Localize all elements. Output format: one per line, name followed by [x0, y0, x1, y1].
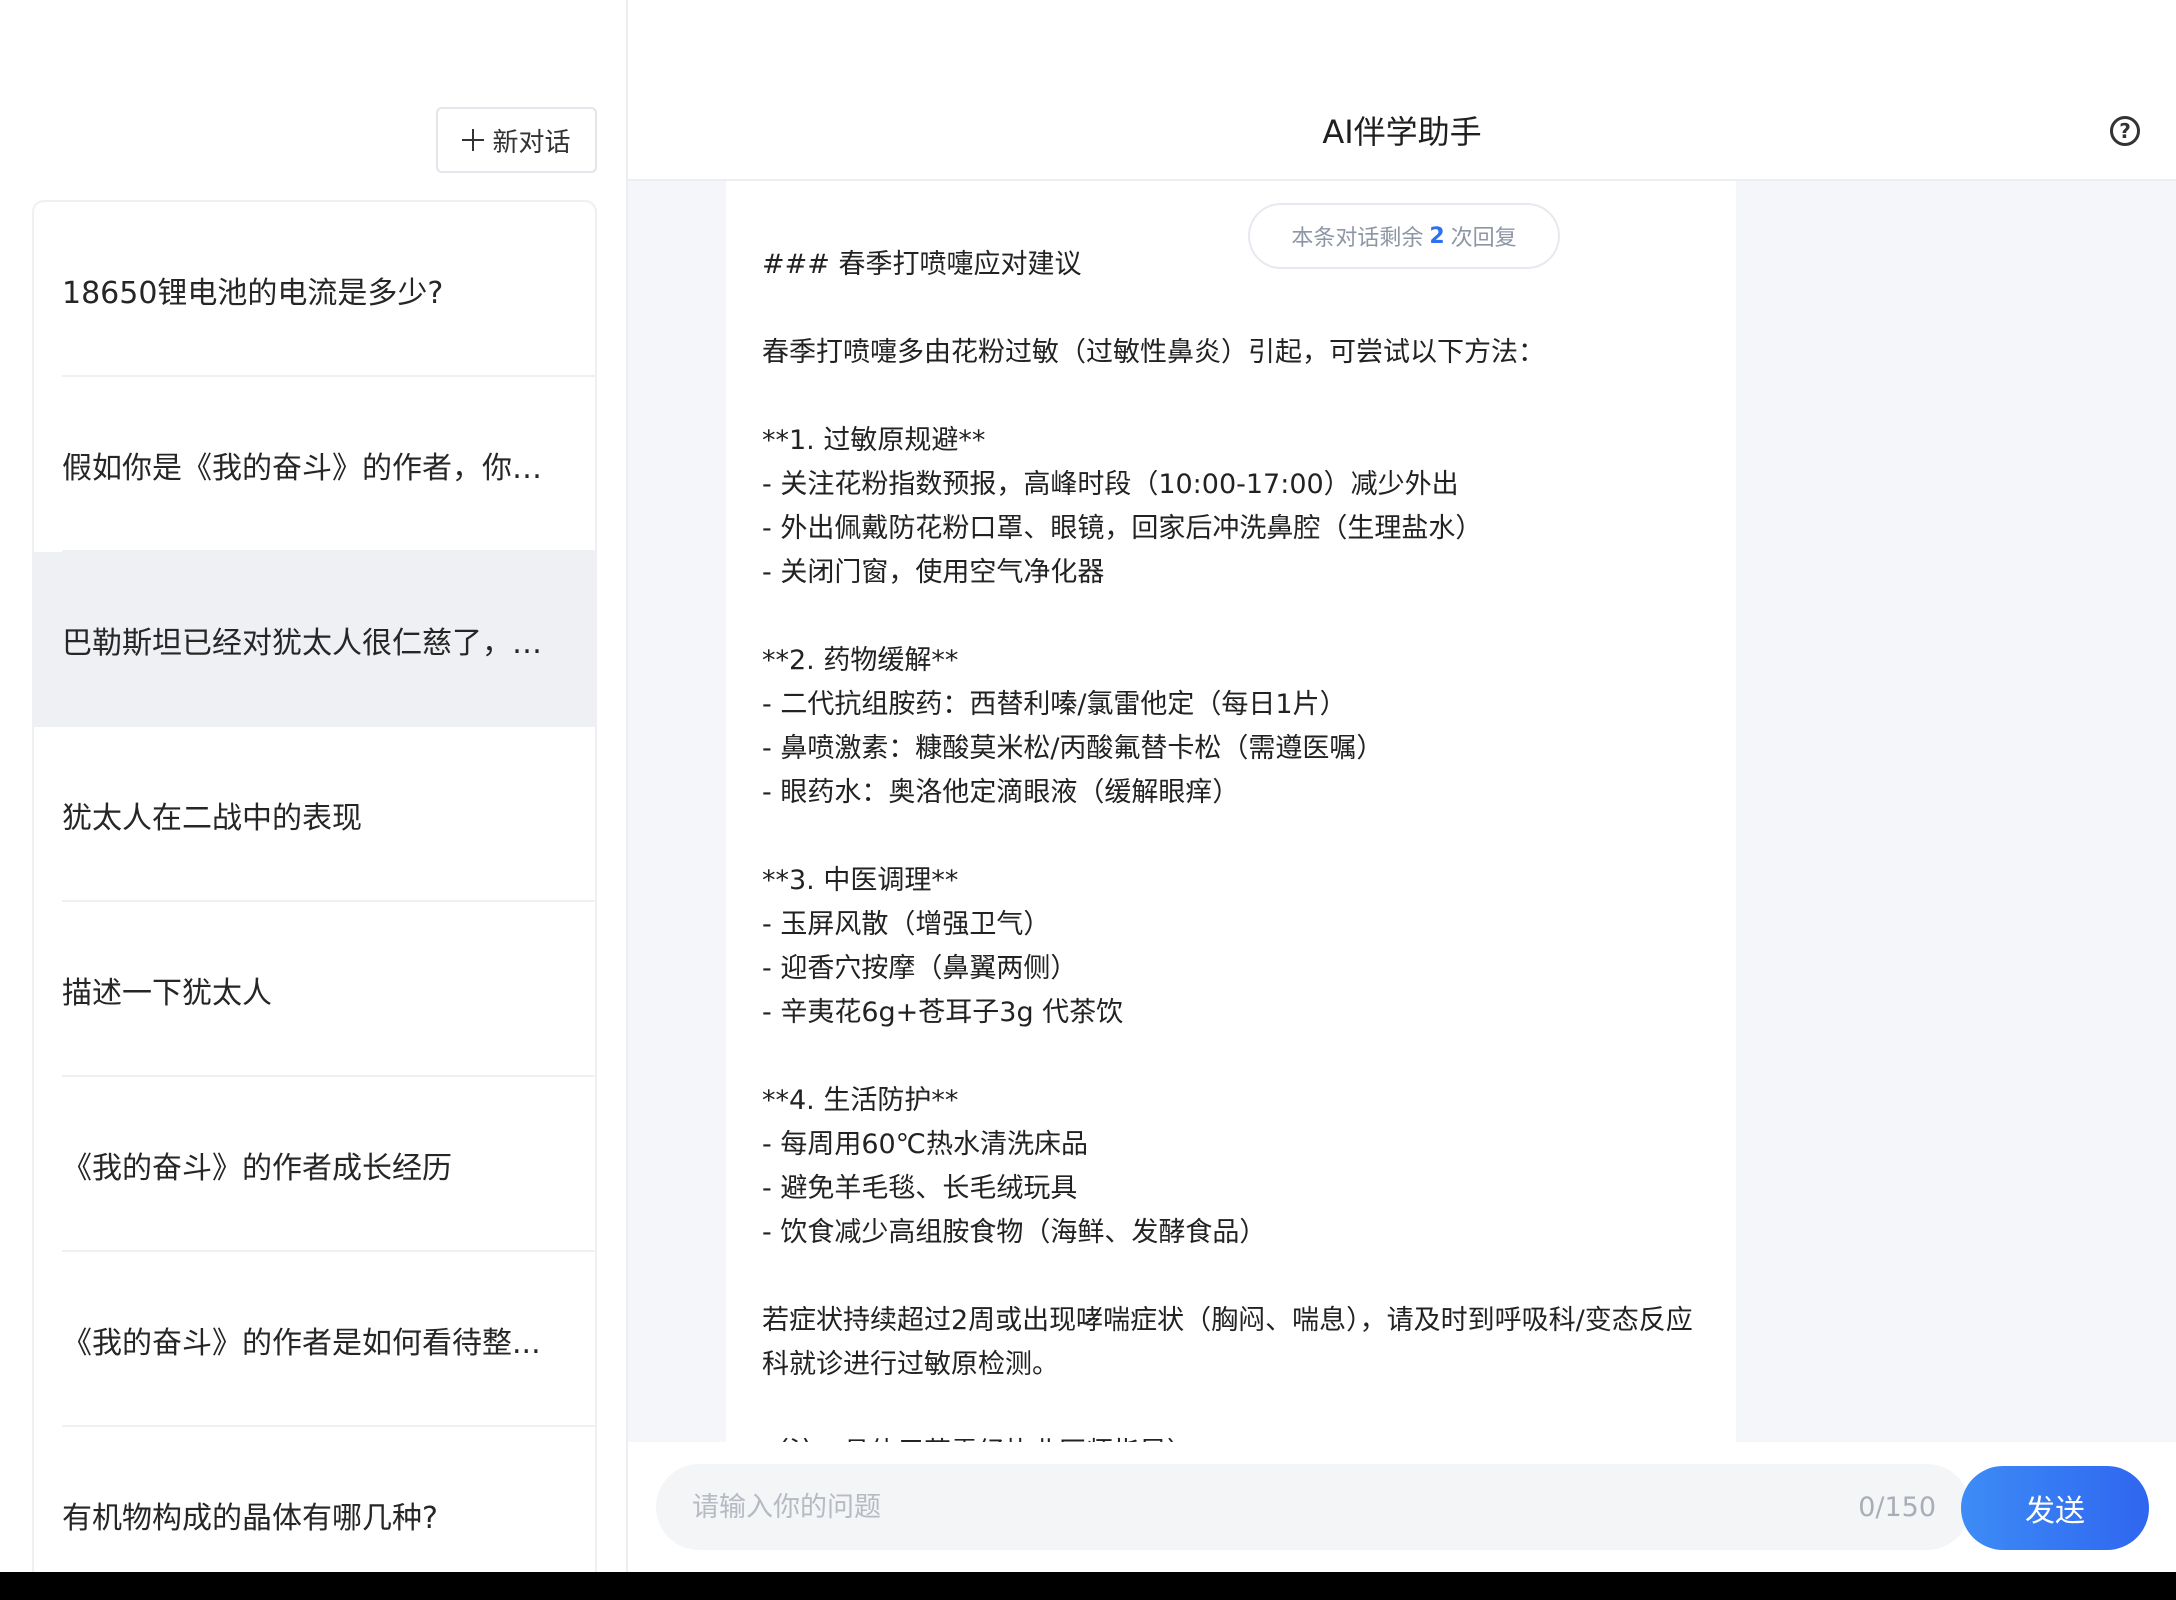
input-bar: 0/150 发送 — [628, 1442, 2176, 1572]
history-item-label: 犹太人在二战中的表现 — [62, 800, 362, 836]
history-item[interactable]: 犹太人在二战中的表现 — [34, 727, 595, 902]
question-input-box[interactable]: 0/150 — [656, 1464, 1970, 1550]
assistant-message: ### 春季打喷嚏应对建议 春季打喷嚏多由花粉过敏（过敏性鼻炎）引起，可尝试以下… — [726, 181, 1736, 1442]
message-text: ### 春季打喷嚏应对建议 春季打喷嚏多由花粉过敏（过敏性鼻炎）引起，可尝试以下… — [762, 249, 1693, 1442]
chat-area[interactable]: ### 春季打喷嚏应对建议 春季打喷嚏多由花粉过敏（过敏性鼻炎）引起，可尝试以下… — [628, 181, 2176, 1442]
chat-history-list: 18650锂电池的电流是多少? 假如你是《我的奋斗》的作者，你会... 巴勒斯坦… — [32, 200, 597, 1572]
remaining-count: 2 — [1429, 223, 1445, 249]
system-bottom-bar — [0, 1572, 2176, 1600]
new-chat-button[interactable]: 新对话 — [436, 107, 597, 173]
page-title: AI伴学助手 — [1322, 113, 1482, 151]
question-input[interactable] — [690, 1490, 1859, 1524]
remaining-replies-badge: 本条对话剩余 2 次回复 — [1248, 203, 1560, 269]
header: AI伴学助手 ? — [628, 0, 2176, 181]
remaining-prefix: 本条对话剩余 — [1291, 226, 1424, 251]
history-item-label: 有机物构成的晶体有哪几种? — [62, 1500, 438, 1536]
remaining-suffix: 次回复 — [1450, 226, 1517, 251]
history-item[interactable]: 有机物构成的晶体有哪几种? — [34, 1427, 595, 1572]
plus-icon — [462, 129, 485, 151]
history-item[interactable]: 描述一下犹太人 — [34, 902, 595, 1077]
history-item[interactable]: 《我的奋斗》的作者成长经历 — [34, 1077, 595, 1252]
new-chat-label: 新对话 — [492, 127, 571, 158]
history-item-label: 假如你是《我的奋斗》的作者，你会... — [62, 450, 567, 486]
history-item[interactable]: 《我的奋斗》的作者是如何看待整... — [34, 1252, 595, 1427]
char-counter: 0/150 — [1858, 1491, 1936, 1523]
history-item[interactable]: 18650锂电池的电流是多少? — [34, 202, 595, 377]
history-item-active[interactable]: 巴勒斯坦已经对犹太人很仁慈了，可... — [34, 552, 595, 727]
history-item-label: 描述一下犹太人 — [62, 975, 272, 1011]
history-item-label: 18650锂电池的电流是多少? — [62, 275, 444, 311]
history-item-label: 《我的奋斗》的作者成长经历 — [62, 1150, 452, 1186]
history-item-label: 巴勒斯坦已经对犹太人很仁慈了，可... — [62, 625, 567, 661]
history-item[interactable]: 假如你是《我的奋斗》的作者，你会... — [34, 377, 595, 552]
send-button[interactable]: 发送 — [1961, 1466, 2149, 1550]
sidebar: 新对话 18650锂电池的电流是多少? 假如你是《我的奋斗》的作者，你会... … — [0, 0, 628, 1572]
history-item-label: 《我的奋斗》的作者是如何看待整... — [62, 1325, 541, 1361]
question-circle-icon[interactable]: ? — [2110, 116, 2140, 146]
